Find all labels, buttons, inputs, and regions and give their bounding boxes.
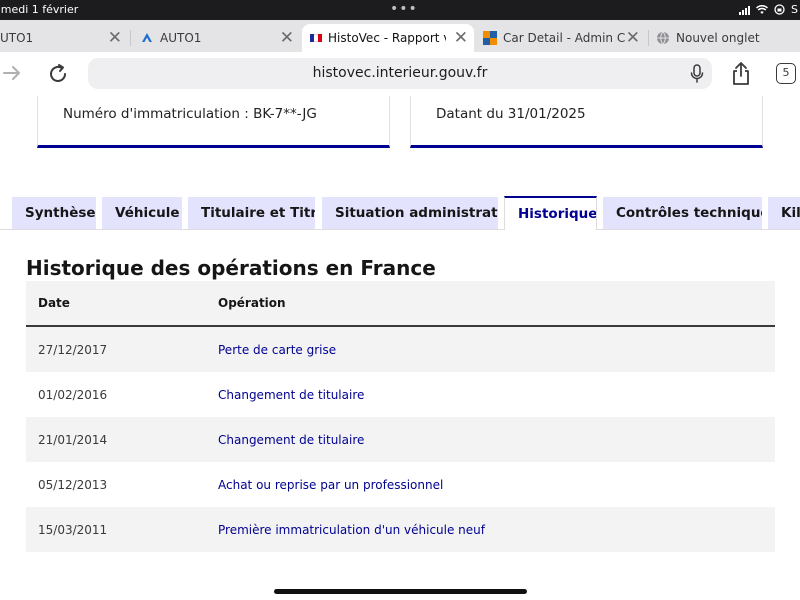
browser-toolbar: histovec.interieur.gouv.fr 5 [0,52,800,96]
row-operation: Changement de titulaire [218,388,365,402]
tab-kilometrage[interactable]: Kilo [768,197,800,229]
row-operation: Achat ou reprise par un professionnel [218,478,444,492]
table-row: 01/02/2016 Changement de titulaire [26,372,775,417]
globe-icon [657,31,669,45]
browser-tab-label: Car Detail - Admin Ce [503,31,625,45]
forward-arrow-icon[interactable] [2,65,22,81]
browser-tab-1[interactable]: UTO1 ✕ [0,24,128,52]
report-date: Datant du 31/01/2025 [436,106,586,122]
tab-synthese[interactable]: Synthèse [12,197,96,229]
tabs-divider [0,229,800,230]
wifi-icon [756,4,769,14]
table-row: 21/01/2014 Changement de titulaire [26,417,775,462]
tab-label: Véhicule [115,205,180,221]
cellular-signal-icon [739,5,751,15]
status-datetime: amedi 1 février [0,3,79,16]
close-tab-icon[interactable]: ✕ [626,28,640,48]
table-row: 15/03/2011 Première immatriculation d'un… [26,507,775,552]
home-indicator[interactable] [274,589,527,594]
admin-favicon [483,31,497,45]
column-header-operation: Opération [218,296,286,310]
row-date: 21/01/2014 [38,433,108,447]
multitask-dots-icon[interactable]: ••• [390,1,418,17]
close-tab-icon[interactable]: ✕ [454,28,468,48]
tab-label: Synthèse [25,205,96,221]
row-operation: Changement de titulaire [218,433,365,447]
tab-label: Contrôles techniques [616,205,762,221]
browser-tab-label: UTO1 [0,31,34,45]
close-tab-icon[interactable]: ✕ [280,28,294,48]
browser-tab-label: AUTO1 [160,31,202,45]
table-header: Date Opération [26,281,775,327]
history-table: Date Opération 27/12/2017 Perte de carte… [26,281,775,552]
tab-label: Titulaire et Titre [201,205,315,221]
row-date: 15/03/2011 [38,523,108,537]
column-header-date: Date [38,296,70,310]
row-date: 27/12/2017 [38,343,108,357]
plate-number: Numéro d'immatriculation : BK-7**-JG [63,106,317,122]
tab-label: Kilo [781,205,800,221]
reload-icon[interactable] [47,63,69,85]
table-row: 05/12/2013 Achat ou reprise par un profe… [26,462,775,507]
browser-tab-4[interactable]: Car Detail - Admin Ce ✕ [476,24,646,52]
tab-label: Situation administrative [335,205,498,221]
auto1-favicon [142,33,152,42]
tab-situation-administrative[interactable]: Situation administrative [322,197,498,229]
browser-tab-label: Nouvel onglet [676,31,760,45]
report-date-card: Datant du 31/01/2025 [410,96,763,148]
microphone-icon[interactable] [690,64,704,83]
browser-tab-5[interactable]: Nouvel onglet [650,24,800,52]
browser-tab-3-active[interactable]: HistoVec - Rapport ve ✕ [302,24,474,52]
tab-controles-techniques[interactable]: Contrôles techniques [603,197,762,229]
row-date: 01/02/2016 [38,388,108,402]
battery-label: S [791,3,798,16]
row-operation: Première immatriculation d'un véhicule n… [218,523,485,537]
share-icon[interactable] [731,61,751,86]
ios-status-bar: amedi 1 février ••• S [0,0,800,20]
rotation-lock-icon [774,4,785,15]
tab-label: Historique [518,206,597,222]
page-content: Numéro d'immatriculation : BK-7**-JG Dat… [0,96,800,600]
close-tab-icon[interactable]: ✕ [108,28,122,48]
url-text: histovec.interieur.gouv.fr [312,65,488,81]
tab-historique[interactable]: Historique [504,196,597,230]
address-bar[interactable]: histovec.interieur.gouv.fr [88,58,712,89]
table-row: 27/12/2017 Perte de carte grise [26,327,775,372]
section-title: Historique des opérations en France [26,256,436,280]
browser-tab-label: HistoVec - Rapport ve [328,31,446,45]
row-date: 05/12/2013 [38,478,108,492]
browser-tab-2[interactable]: AUTO1 ✕ [134,24,300,52]
row-operation: Perte de carte grise [218,343,337,357]
browser-tab-strip: UTO1 ✕ AUTO1 ✕ HistoVec - Rapport ve ✕ C… [0,20,800,52]
tab-vehicule[interactable]: Véhicule [102,197,182,229]
french-flag-icon [310,34,322,42]
tab-count-button[interactable]: 5 [776,63,796,84]
plate-card: Numéro d'immatriculation : BK-7**-JG [37,96,390,148]
tab-titulaire[interactable]: Titulaire et Titre [188,197,315,229]
